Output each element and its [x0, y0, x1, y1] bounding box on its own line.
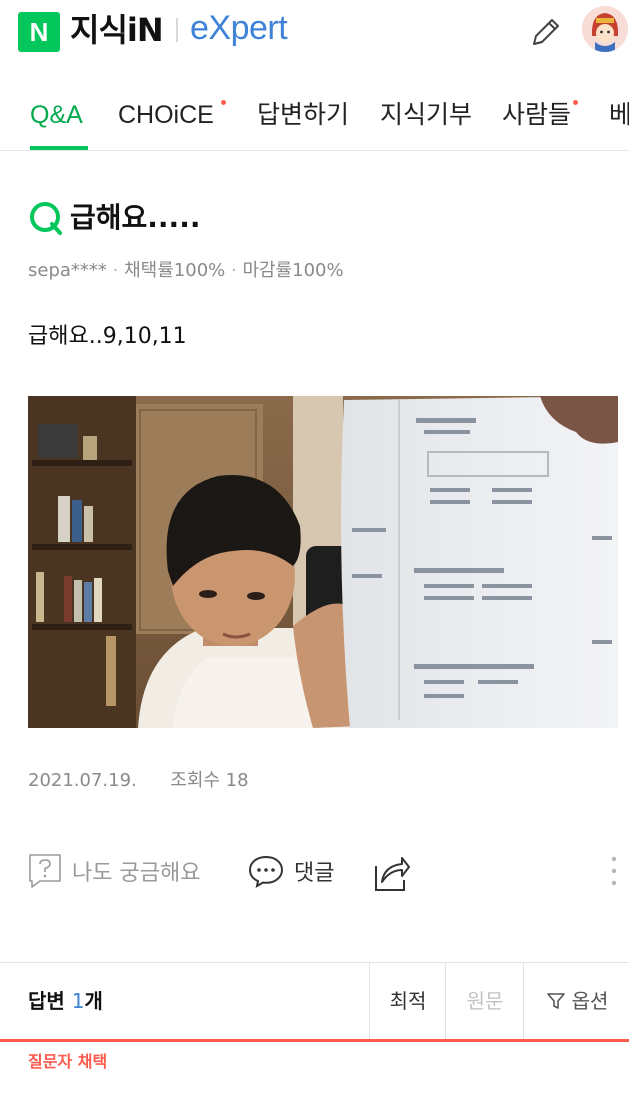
- sort-best-button[interactable]: 최적: [369, 963, 446, 1039]
- tab-donation[interactable]: 지식기부: [380, 86, 472, 144]
- sort-original-button[interactable]: 원문: [445, 963, 524, 1039]
- question-bubble-icon: [29, 854, 61, 888]
- questioner-selected-label: 질문자 채택: [28, 1052, 108, 1071]
- view-count: 조회수 18: [170, 770, 249, 791]
- question-title: 급해요.....: [70, 201, 201, 234]
- q-icon: [30, 202, 62, 235]
- profile-avatar[interactable]: [582, 6, 628, 52]
- post-date: 2021.07.19.: [28, 770, 137, 791]
- tab-answer[interactable]: 답변하기: [257, 86, 349, 144]
- tab-choice[interactable]: CHOiCE: [118, 86, 214, 144]
- naver-logo[interactable]: N: [18, 12, 60, 52]
- question-actions: 나도 궁금해요 댓글: [0, 846, 629, 896]
- question-date-views: 2021.07.19. 조회수 18: [28, 768, 249, 794]
- comment-button[interactable]: 댓글: [248, 846, 334, 896]
- question-photo[interactable]: [28, 396, 618, 728]
- tab-people[interactable]: 사람들: [502, 86, 571, 144]
- adoption-rate: 채택률100%: [124, 260, 226, 281]
- meta-separator: ·: [112, 260, 125, 281]
- share-icon[interactable]: [372, 846, 410, 896]
- author-name[interactable]: sepa****: [28, 260, 107, 281]
- app-header: N 지식iN eXpert: [0, 0, 629, 62]
- curious-button[interactable]: 나도 궁금해요: [28, 846, 200, 896]
- expert-link[interactable]: eXpert: [190, 6, 288, 50]
- logo-divider: [176, 18, 178, 42]
- comment-label: 댓글: [294, 861, 335, 886]
- kebab-menu-icon[interactable]: [610, 854, 618, 888]
- question-meta: sepa**** · 채택률100% · 마감률100%: [28, 258, 344, 284]
- answer-label: 답변: [28, 989, 65, 1013]
- question-body: 급해요..9,10,11: [28, 324, 187, 349]
- answer-count-number: 1: [71, 989, 85, 1013]
- tab-people-new-dot: [573, 100, 578, 105]
- options-button[interactable]: 옵션: [523, 963, 629, 1039]
- pencil-icon[interactable]: [528, 14, 564, 50]
- comment-icon: [248, 855, 284, 888]
- answer-header-bar: 답변 1개 최적 원문 옵션: [0, 962, 629, 1042]
- answer-count: 답변 1개: [28, 963, 103, 1039]
- answer-count-unit: 개: [84, 989, 103, 1013]
- service-name[interactable]: 지식iN: [70, 10, 164, 50]
- meta-separator: ·: [230, 260, 243, 281]
- curious-label: 나도 궁금해요: [72, 861, 201, 886]
- tab-more[interactable]: 베: [609, 86, 629, 144]
- options-label: 옵션: [571, 989, 609, 1013]
- tab-qna[interactable]: Q&A: [30, 86, 83, 144]
- filter-icon: [546, 993, 565, 1009]
- tab-choice-new-dot: [221, 100, 226, 105]
- closing-rate: 마감률100%: [242, 260, 344, 281]
- active-tab-indicator: [30, 146, 88, 150]
- main-tabs: Q&A CHOiCE 답변하기 지식기부 사람들 베: [0, 86, 629, 151]
